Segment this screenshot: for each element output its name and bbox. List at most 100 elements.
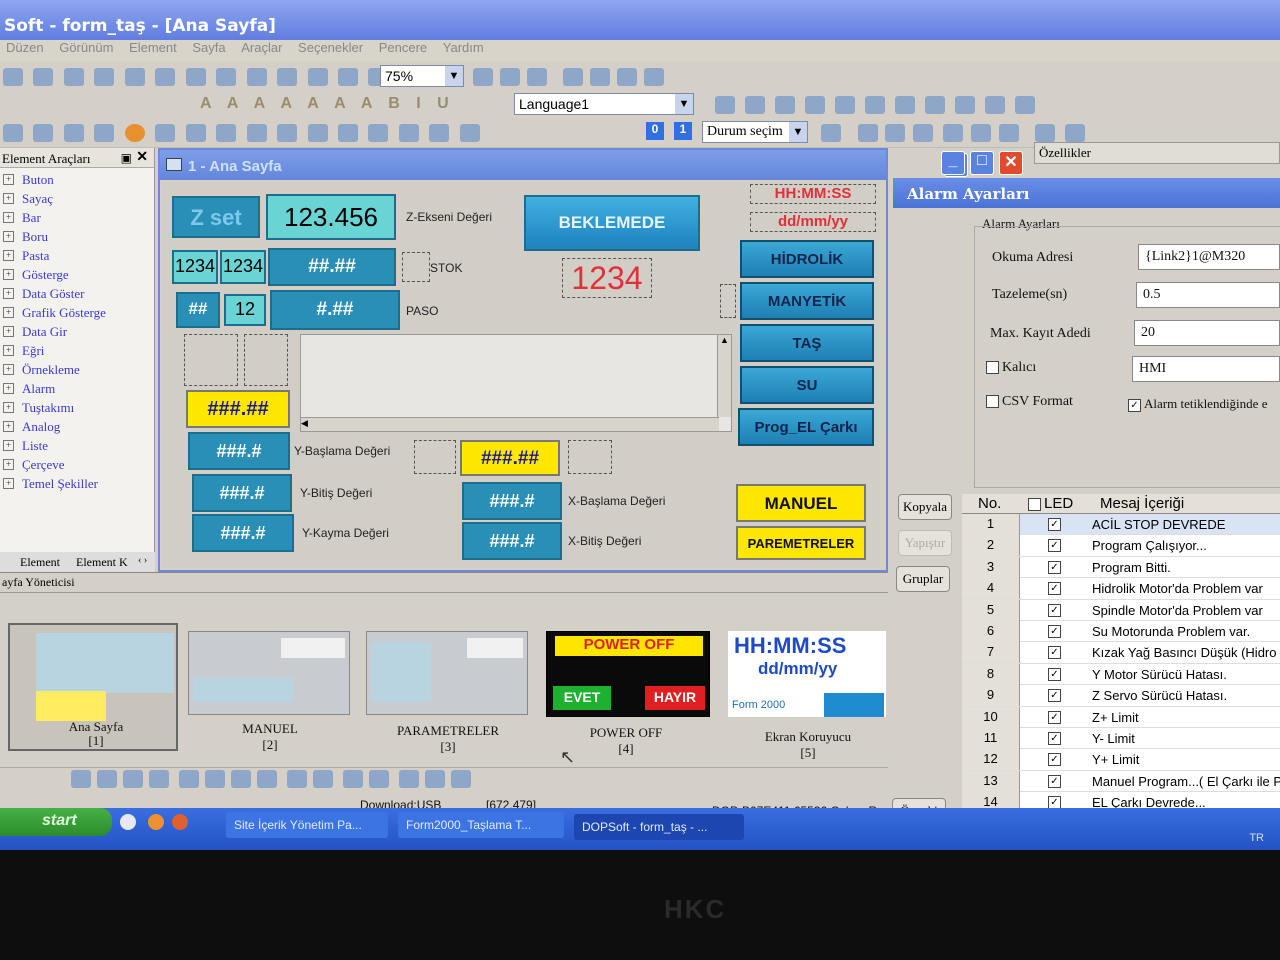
grid-icon[interactable] <box>1035 124 1055 142</box>
alarm-row[interactable]: 1 ✓ ACİL STOP DEVREDE <box>962 514 1280 536</box>
alarm-row[interactable]: 7 ✓ Kızak Yağ Basıncı Düşük (Hidro <box>962 642 1280 664</box>
tree-item-egri[interactable]: Eğri <box>0 343 154 362</box>
same-width-icon[interactable] <box>985 96 1005 114</box>
tree-item-sayac[interactable]: Sayaç <box>0 191 154 210</box>
zoom-fit-icon[interactable] <box>527 68 547 86</box>
keypad-element-icon[interactable] <box>337 124 358 142</box>
hidrolik-button[interactable]: HİDROLİK <box>740 240 874 278</box>
start-button[interactable]: start <box>0 808 112 836</box>
paste-button[interactable]: Yapıştır <box>898 530 952 556</box>
bring-front-icon[interactable] <box>71 770 91 788</box>
check-icon[interactable]: ✓ <box>1048 689 1061 703</box>
refresh-input[interactable]: 0.5 <box>1136 282 1280 308</box>
properties-icon[interactable] <box>821 124 841 142</box>
page-thumb-ekran-koruyucu[interactable]: HH:MM:SS dd/mm/yy Form 2000 <box>728 631 886 717</box>
tree-item-tustakimi[interactable]: Tuştakımı <box>0 400 154 419</box>
check-icon[interactable]: ✓ <box>1048 518 1061 531</box>
scrollbar-vertical[interactable]: ▲ <box>717 335 731 417</box>
align-right-icon[interactable] <box>805 96 825 114</box>
menu-duzen[interactable]: Düzen <box>6 40 44 55</box>
tree-item-cerceve[interactable]: Çerçeve <box>0 457 154 476</box>
tas-button[interactable]: TAŞ <box>740 324 874 362</box>
align-bottom-icon[interactable] <box>895 96 915 114</box>
chrome-icon[interactable] <box>148 814 164 830</box>
menu-araclar[interactable]: Araçlar <box>241 40 282 55</box>
monitor-icon[interactable] <box>971 124 991 142</box>
resize-icon[interactable] <box>313 770 333 788</box>
stok-display[interactable]: ##.## <box>268 248 396 286</box>
updown-icon[interactable] <box>459 124 480 142</box>
tree-item-pasta[interactable]: Pasta <box>0 248 154 267</box>
tree-item-data-gir[interactable]: Data Gir <box>0 324 154 343</box>
forward-icon[interactable] <box>885 124 905 142</box>
tree-item-buton[interactable]: Buton <box>0 172 154 191</box>
picture-element-icon[interactable] <box>398 124 419 142</box>
alarm-row[interactable]: 11 ✓ Y- Limit <box>962 727 1280 750</box>
align-center-icon[interactable] <box>775 96 795 114</box>
save-all-icon[interactable] <box>63 68 84 86</box>
paste-icon[interactable] <box>216 68 237 86</box>
check-icon[interactable]: ✓ <box>1048 603 1061 617</box>
max-records-input[interactable]: 20 <box>1134 320 1280 346</box>
su-button[interactable]: SU <box>740 366 874 404</box>
n-element-icon[interactable] <box>216 124 237 142</box>
copy-button[interactable]: Kopyala <box>898 494 952 520</box>
alarm-element-icon[interactable] <box>307 124 328 142</box>
page-thumb-power-off[interactable]: POWER OFF EVET HAYIR <box>546 631 710 717</box>
check-icon[interactable]: ✓ <box>1048 624 1061 638</box>
check-icon[interactable]: ✓ <box>1048 774 1061 788</box>
menu-element[interactable]: Element <box>129 40 177 55</box>
trend-element-icon[interactable] <box>277 124 298 142</box>
tree-item-liste[interactable]: Liste <box>0 438 154 457</box>
groups-button[interactable]: Gruplar <box>896 566 950 592</box>
screen-icon[interactable] <box>943 124 963 142</box>
maximize-button[interactable]: □ <box>970 151 994 175</box>
trigger-checkbox[interactable]: ✓ Alarm tetiklendiğinde e <box>1128 396 1267 412</box>
cut-icon[interactable] <box>155 68 176 86</box>
alarm-row[interactable]: 5 ✓ Spindle Motor'da Problem var <box>962 599 1280 621</box>
font-format-icons[interactable]: A A A A A A A B I U <box>200 95 455 113</box>
distribute-h-icon[interactable] <box>925 96 945 114</box>
check-icon[interactable]: ✓ <box>1048 582 1061 596</box>
simulate-icon[interactable] <box>337 68 358 86</box>
redo-icon[interactable] <box>124 68 145 86</box>
page-thumb-manuel[interactable] <box>188 631 350 715</box>
status-display[interactable]: BEKLEMEDE <box>524 195 700 251</box>
zoom-select[interactable]: 75% ▼ <box>380 65 464 87</box>
frame-element-icon[interactable] <box>429 124 450 142</box>
read-address-input[interactable]: {Link2}1@M320 <box>1138 244 1280 270</box>
task-site-icerik[interactable]: Site İçerik Yönetim Pa... <box>226 812 388 838</box>
x-start-display[interactable]: ###.# <box>462 482 562 520</box>
restore-icon[interactable]: ▣ <box>121 151 132 166</box>
compile-icon[interactable] <box>277 68 298 86</box>
yellow-display-1[interactable]: ###.## <box>186 390 290 428</box>
state-1-button[interactable]: 1 <box>674 122 692 140</box>
zset-button[interactable]: Z set <box>172 196 260 238</box>
align-top-icon[interactable] <box>835 96 855 114</box>
v-space-icon[interactable] <box>369 770 389 788</box>
list-box[interactable]: ▲ ◀ <box>300 334 732 432</box>
align-middle-icon[interactable] <box>865 96 885 114</box>
display-element-icon[interactable] <box>185 124 206 142</box>
yellow-display-2[interactable]: ###.## <box>460 440 560 476</box>
tree-item-analog[interactable]: Analog <box>0 419 154 438</box>
alarm-row[interactable]: 10 ✓ Z+ Limit <box>962 706 1280 728</box>
tree-item-gosterge[interactable]: Gösterge <box>0 267 154 286</box>
state-select[interactable]: Durum seçim ▼ <box>702 121 808 143</box>
persistent-storage-select[interactable]: HMI <box>1132 356 1280 382</box>
tree-item-grafik-gosterge[interactable]: Grafik Gösterge <box>0 305 154 324</box>
z-axis-display[interactable]: 123.456 <box>266 194 396 240</box>
align-left-icon[interactable] <box>745 96 765 114</box>
check-icon[interactable]: ✓ <box>1048 753 1061 767</box>
quicklaunch-icon[interactable] <box>120 814 136 830</box>
value-12-display[interactable]: 12 <box>224 294 266 326</box>
curve-element-icon[interactable] <box>246 124 267 142</box>
tab-scroll-icon[interactable]: ‹ › <box>138 555 147 566</box>
tree-item-ornekleme[interactable]: Örnekleme <box>0 362 154 381</box>
alarm-row[interactable]: 13 ✓ Manuel Program...( El Çarkı ile P <box>962 770 1280 793</box>
menu-sayfa[interactable]: Sayfa <box>192 40 225 55</box>
numeric-2[interactable]: 1234 <box>220 250 266 284</box>
task-dopsoft[interactable]: DOPSoft - form_taş - ... <box>574 814 744 840</box>
tab-element[interactable]: Element <box>20 555 60 570</box>
task-form2000[interactable]: Form2000_Taşlama T... <box>398 812 564 838</box>
